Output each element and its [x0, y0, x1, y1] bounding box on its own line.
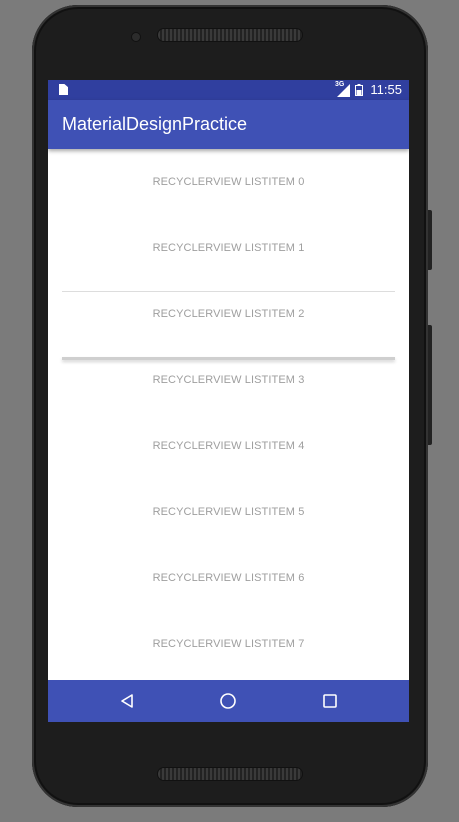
back-icon — [121, 694, 133, 708]
list-item[interactable]: RECYCLERVIEW LISTITEM 5 — [48, 479, 409, 545]
recents-icon — [323, 694, 337, 708]
list-item-label: RECYCLERVIEW LISTITEM 2 — [152, 308, 305, 320]
list-item[interactable]: RECYCLERVIEW LISTITEM 6 — [48, 545, 409, 611]
list-item[interactable]: RECYCLERVIEW LISTITEM 2 — [48, 281, 409, 347]
list-item-label: RECYCLERVIEW LISTITEM 3 — [152, 374, 305, 386]
back-button[interactable] — [114, 688, 140, 714]
status-bar: 3G 11:55 — [48, 80, 409, 100]
navigation-bar — [48, 680, 409, 722]
list-item[interactable]: RECYCLERVIEW LISTITEM 4 — [48, 413, 409, 479]
list-item-label: RECYCLERVIEW LISTITEM 6 — [152, 572, 305, 584]
list-item[interactable]: RECYCLERVIEW LISTITEM 0 — [48, 149, 409, 215]
top-speaker-grille — [158, 29, 302, 41]
list-item[interactable]: RECYCLERVIEW LISTITEM 7 — [48, 611, 409, 677]
app-toolbar: MaterialDesignPractice — [48, 100, 409, 149]
bottom-speaker-grille — [158, 768, 302, 780]
list-item[interactable]: RECYCLERVIEW LISTITEM 3 — [48, 347, 409, 413]
list-item-label: RECYCLERVIEW LISTITEM 1 — [152, 242, 305, 254]
battery-icon — [355, 84, 363, 96]
list-item-label: RECYCLERVIEW LISTITEM 7 — [152, 638, 305, 650]
device-screen: 3G 11:55 MaterialDesignPractice RECYCLER… — [48, 80, 409, 722]
camera-lens — [132, 33, 140, 41]
signal-icon — [337, 84, 350, 97]
power-button[interactable] — [428, 210, 432, 270]
home-button[interactable] — [215, 688, 241, 714]
app-title: MaterialDesignPractice — [62, 114, 248, 134]
recycler-list[interactable]: RECYCLERVIEW LISTITEM 0 RECYCLERVIEW LIS… — [48, 149, 409, 680]
volume-button[interactable] — [428, 325, 432, 445]
list-item-label: RECYCLERVIEW LISTITEM 0 — [152, 176, 305, 188]
list-item[interactable]: RECYCLERVIEW LISTITEM 1 — [48, 215, 409, 281]
sd-card-icon — [59, 84, 68, 95]
list-item-label: RECYCLERVIEW LISTITEM 4 — [152, 440, 305, 452]
list-item-label: RECYCLERVIEW LISTITEM 5 — [152, 506, 305, 518]
home-icon — [220, 693, 236, 709]
recents-button[interactable] — [317, 688, 343, 714]
status-clock: 11:55 — [370, 82, 402, 97]
